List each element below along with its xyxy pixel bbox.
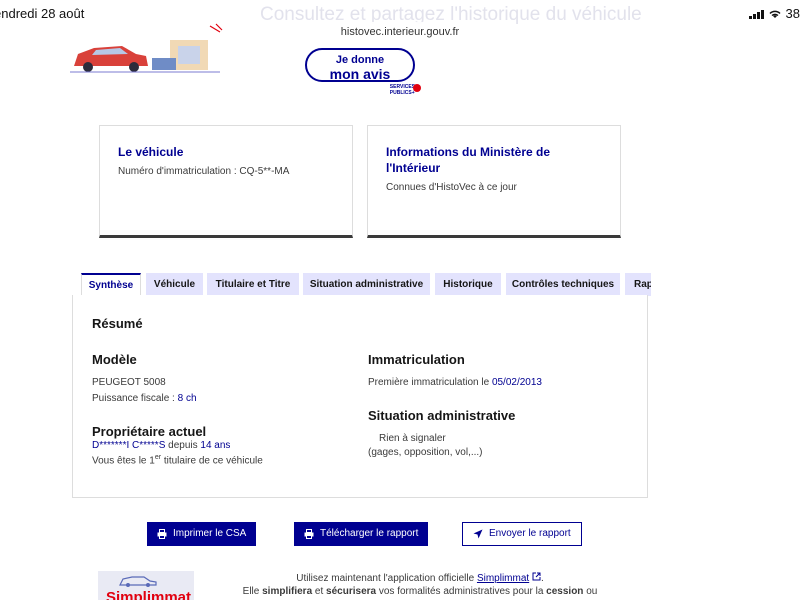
footer-line2-a: Elle	[242, 586, 263, 597]
puissance-value: 8 ch	[177, 393, 197, 404]
tab-historique[interactable]: Historique	[435, 273, 501, 296]
car-illustration	[70, 20, 230, 76]
avis-line1: Je donne	[335, 54, 385, 66]
je-donne-mon-avis-button[interactable]: Je donne mon avis	[305, 48, 415, 82]
footer-line-1: Utilisez maintenant l'application offici…	[200, 572, 640, 584]
footer-line2-f: cession	[546, 586, 584, 597]
modele-value: PEUGEOT 5008	[92, 377, 166, 388]
print-csa-button[interactable]: Imprimer le CSA	[147, 522, 257, 546]
situation-note: (gages, opposition, vol,...)	[368, 447, 483, 458]
tab-vehicule[interactable]: Véhicule	[146, 273, 203, 296]
situation-status: Rien à signaler	[379, 433, 446, 444]
battery-level: 38	[785, 6, 800, 21]
rank-suffix: titulaire de ce véhicule	[161, 455, 263, 467]
vehicle-card: Le véhicule Numéro d'immatriculation : C…	[99, 125, 353, 238]
premiere-immat-label: Première immatriculation le	[368, 377, 492, 388]
address-bar[interactable]: histovec.interieur.gouv.fr	[330, 22, 470, 42]
tab-controles-techniques[interactable]: Contrôles techniques	[506, 273, 620, 296]
download-report-label: Télécharger le rapport	[320, 528, 419, 539]
ministere-card-subtitle: Connues d'HistoVec à ce jour	[386, 182, 517, 193]
depuis-label: depuis	[165, 440, 201, 451]
depuis-value: 14 ans	[200, 440, 231, 451]
ministere-card-title: Informations du Ministère de l'Intérieur	[386, 145, 551, 175]
premiere-immat-line: Première immatriculation le 05/02/2013	[368, 377, 542, 388]
footer-line2-b: simplifiera	[262, 586, 313, 597]
puissance-line: Puissance fiscale : 8 ch	[92, 393, 197, 404]
simplimmat-logo-text: Simplimmat	[106, 589, 192, 600]
modele-heading: Modèle	[92, 352, 137, 367]
tab-bar: Synthèse Véhicule Titulaire et Titre Sit…	[81, 273, 651, 296]
external-link-icon[interactable]	[532, 572, 541, 581]
footer-line-2: Elle simplifiera et sécurisera vos forma…	[200, 586, 640, 597]
send-report-label: Envoyer le rapport	[489, 528, 571, 539]
situation-heading: Situation administrative	[368, 408, 516, 423]
tab-rapport[interactable]: Rap	[625, 273, 651, 296]
send-report-button[interactable]: Envoyer le rapport	[462, 522, 582, 546]
ministere-card: Informations du Ministère de l'Intérieur…	[367, 125, 621, 238]
send-icon	[473, 529, 483, 539]
tab-titulaire[interactable]: Titulaire et Titre	[207, 273, 299, 296]
avis-line2: mon avis	[329, 66, 391, 82]
download-report-button[interactable]: Télécharger le rapport	[294, 522, 429, 546]
plus-icon	[413, 84, 421, 92]
footer-line2-c: et	[312, 586, 327, 597]
status-icons: 38	[748, 6, 800, 21]
print-csa-label: Imprimer le CSA	[173, 528, 247, 539]
plate-number: Numéro d'immatriculation : CQ-5**-MA	[118, 166, 290, 177]
tab-synthese[interactable]: Synthèse	[81, 273, 141, 296]
services-publics-logo: SERVICES PUBLICS+	[389, 84, 421, 96]
proprietaire-line: D*******I C*****S depuis 14 ans	[92, 440, 230, 451]
tab-situation-administrative[interactable]: Situation administrative	[303, 273, 430, 296]
avis-widget[interactable]: Je donne mon avis SERVICES PUBLICS+	[305, 48, 421, 98]
vehicle-card-title: Le véhicule	[118, 145, 184, 159]
premiere-immat-date: 05/02/2013	[491, 377, 542, 388]
titulaire-rank: Vous êtes le 1er titulaire de ce véhicul…	[92, 454, 263, 466]
proprietaire-name: D*******I C*****S	[92, 440, 166, 451]
synthese-panel: Résumé Modèle PEUGEOT 5008 Puissance fis…	[72, 295, 648, 498]
car-icon	[119, 576, 157, 587]
proprietaire-heading: Propriétaire actuel	[92, 424, 207, 439]
signal-icon	[748, 9, 764, 19]
printer-icon	[157, 529, 167, 539]
footer-line2-g: ou	[583, 586, 598, 597]
footer-line2-d: sécurisera	[326, 586, 377, 597]
puissance-label: Puissance fiscale :	[92, 393, 178, 404]
printer-icon	[304, 529, 314, 539]
footer-line1-prefix: Utilisez maintenant l'application offici…	[296, 573, 477, 584]
immatriculation-heading: Immatriculation	[368, 352, 465, 367]
simplimmat-link[interactable]: Simplimmat	[477, 573, 529, 584]
status-time: endredi 28 août	[0, 6, 85, 21]
rank-prefix: Vous êtes le 1	[92, 455, 155, 467]
footer-line2-e: vos formalités administratives pour la	[376, 586, 547, 597]
resume-heading: Résumé	[92, 316, 143, 331]
wifi-icon	[768, 10, 781, 18]
sp-line2: PUBLICS+	[389, 90, 415, 96]
footer-line1-suffix: .	[540, 573, 544, 584]
simplimmat-logo: Simplimmat	[98, 571, 194, 600]
